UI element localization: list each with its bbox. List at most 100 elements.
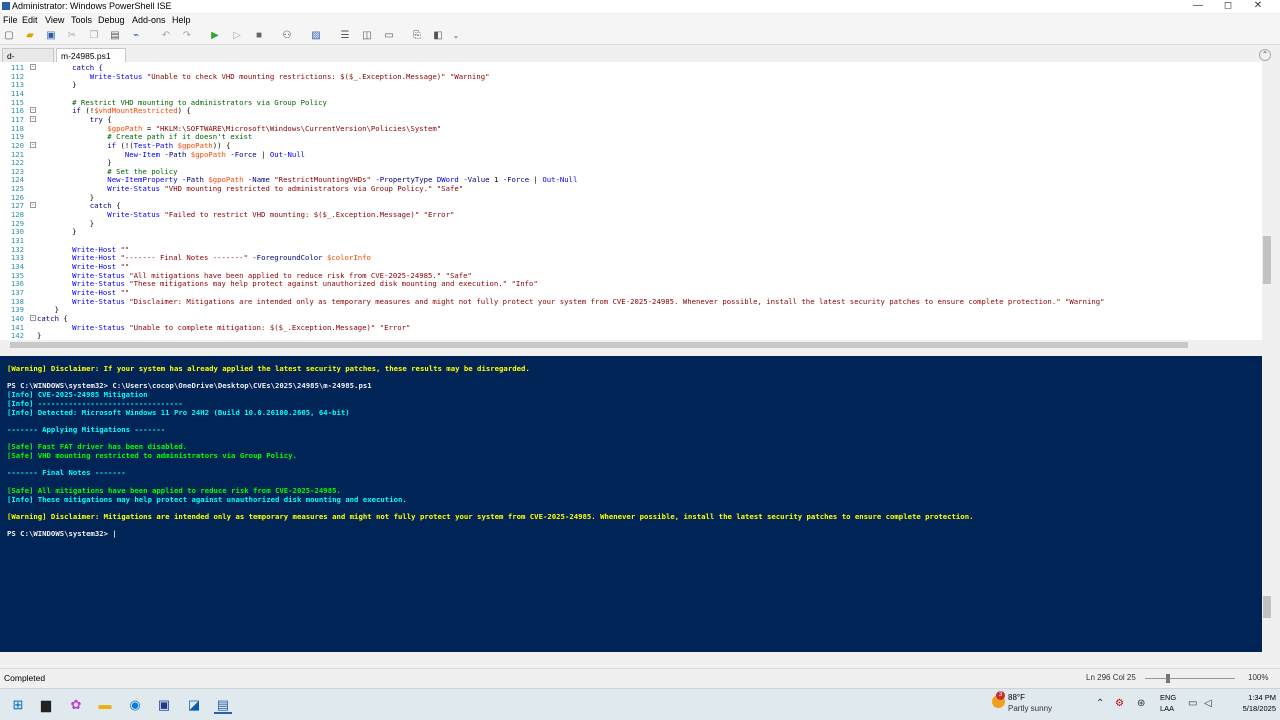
edge-browser-icon[interactable]: ◉ <box>126 696 144 714</box>
task-view-icon[interactable]: ▆ <box>37 696 55 714</box>
code-token: $vhdMountRestricted <box>94 106 178 116</box>
line-number: 135 <box>10 270 24 280</box>
maximize-button[interactable]: ◻ <box>1214 0 1242 13</box>
line-number: 123 <box>10 166 24 176</box>
code-line: Write-Host "" <box>37 262 129 271</box>
fold-toggle-icon[interactable]: - <box>30 115 36 122</box>
fold-toggle-icon[interactable]: - <box>30 314 36 321</box>
editor-horizontal-scroll-thumb[interactable] <box>10 342 1188 348</box>
system-clock[interactable]: 1:34 PM 5/18/2025 <box>1232 692 1276 714</box>
stop-icon[interactable]: ■ <box>253 30 265 42</box>
line-number: 114 <box>10 88 24 98</box>
code-token: "Unable to complete mitigation: $($_.Exc… <box>124 322 411 332</box>
line-number: 113 <box>10 80 24 90</box>
powershell-ise-taskbar-icon[interactable]: ▤ <box>214 696 232 714</box>
menu-view[interactable]: View <box>45 15 64 25</box>
code-token: | <box>529 175 543 185</box>
language-line-1: ENG <box>1160 693 1177 702</box>
line-number: 133 <box>10 253 24 263</box>
zoom-slider-thumb[interactable] <box>1166 674 1170 683</box>
console-scroll-thumb[interactable] <box>1263 596 1271 618</box>
run-selection-icon[interactable]: ▷ <box>231 30 243 42</box>
code-token: Write-Status <box>72 322 125 332</box>
clear-console-icon[interactable]: ⌁ <box>130 30 142 42</box>
code-token: if <box>37 140 117 150</box>
code-line: $gpoPath = "HKLM:\SOFTWARE\Microsoft\Win… <box>37 124 441 133</box>
store-icon[interactable]: ▣ <box>155 696 173 714</box>
remote-powershell-icon[interactable]: ⚇ <box>281 30 293 42</box>
undo-icon[interactable]: ↶ <box>160 30 172 42</box>
cursor-position: Ln 296 Col 25 <box>1086 673 1136 682</box>
collapse-script-pane-icon[interactable]: ⌃ <box>1259 49 1271 61</box>
editor-vertical-scrollbar[interactable] <box>1262 62 1272 340</box>
menu-edit[interactable]: Edit <box>22 15 38 25</box>
language-indicator[interactable]: ENG LAA <box>1160 692 1176 714</box>
code-token: $gpoPath <box>107 123 143 133</box>
start-powershell-icon[interactable]: ▨ <box>310 30 322 42</box>
show-command-addon-icon[interactable]: ◧ <box>432 30 444 42</box>
redo-icon[interactable]: ↷ <box>181 30 193 42</box>
code-line: Write-Status "These mitigations may help… <box>37 279 538 288</box>
line-number: 125 <box>10 184 24 194</box>
outlook-icon[interactable]: ◪ <box>185 696 203 714</box>
fold-toggle-icon[interactable]: - <box>30 202 36 209</box>
tab-d-24985[interactable]: d-24985.ps1 <box>2 48 54 71</box>
open-folder-icon[interactable]: ▰ <box>24 30 36 42</box>
show-script-pane-right-icon[interactable]: ◫ <box>361 30 373 42</box>
menu-help[interactable]: Help <box>172 15 191 25</box>
script-editor[interactable]: 111- catch {112 Write-Status "Unable to … <box>0 62 1262 340</box>
cut-icon[interactable]: ✂ <box>66 30 78 42</box>
new-file-icon[interactable]: ▢ <box>3 30 15 42</box>
close-button[interactable]: ✕ <box>1244 0 1272 13</box>
tray-network-app-icon[interactable]: ⊛ <box>1137 698 1145 709</box>
code-line: Write-Host "" <box>37 245 129 254</box>
menu-file[interactable]: File <box>3 15 18 25</box>
code-token: Write-Status <box>72 270 125 280</box>
console-pane[interactable]: [Warning] Disclaimer: If your system has… <box>0 356 1262 652</box>
window-title: Administrator: Windows PowerShell ISE <box>12 1 172 11</box>
code-token: | <box>256 149 270 159</box>
show-command-window-icon[interactable]: ⎘ <box>411 30 423 42</box>
toolbar-overflow-icon[interactable]: ⌄ <box>450 30 462 42</box>
weather-widget[interactable]: 3 88°F Partly sunny <box>992 691 1062 719</box>
fold-toggle-icon[interactable]: - <box>30 141 36 148</box>
menu-tools[interactable]: Tools <box>71 15 92 25</box>
menu-add-ons[interactable]: Add-ons <box>132 15 166 25</box>
paste-icon[interactable]: ▤ <box>109 30 121 42</box>
code-token: "" <box>116 261 130 271</box>
code-token: } <box>37 80 77 90</box>
fold-toggle-icon[interactable]: - <box>30 64 36 70</box>
console-line: ------- Applying Mitigations ------- <box>7 424 166 434</box>
line-number: 134 <box>10 261 24 271</box>
copy-icon[interactable]: ❐ <box>88 30 100 42</box>
editor-scroll-thumb[interactable] <box>1263 236 1271 284</box>
zoom-slider-track[interactable] <box>1145 678 1235 679</box>
code-token: } <box>37 331 42 340</box>
run-script-icon[interactable]: ▶ <box>209 30 221 42</box>
tray-overflow-icon[interactable]: ⌃ <box>1096 698 1104 709</box>
fold-toggle-icon[interactable]: - <box>30 107 36 114</box>
show-script-pane-top-icon[interactable]: ☰ <box>339 30 351 42</box>
toolbar: ▢ ▰ ▣ ✂ ❐ ▤ ⌁ ↶ ↷ ▶ ▷ ■ ⚇ ▨ ☰ ◫ ▭ ⎘ ◧ ⌄ <box>0 27 1280 45</box>
tray-app-icon[interactable]: ⚙ <box>1115 698 1124 709</box>
file-explorer-icon[interactable]: ▬ <box>96 696 114 714</box>
tab-m-24985[interactable]: m-24985.ps1 ✕ <box>56 48 126 71</box>
copilot-icon[interactable]: ✿ <box>67 696 85 714</box>
minimize-button[interactable]: — <box>1184 0 1212 13</box>
save-icon[interactable]: ▣ <box>45 30 57 42</box>
network-icon[interactable]: ▭ <box>1188 698 1197 709</box>
show-script-pane-maximized-icon[interactable]: ▭ <box>383 30 395 42</box>
menu-debug[interactable]: Debug <box>98 15 125 25</box>
code-line: # Set the policy <box>37 167 177 176</box>
line-number: 111 <box>10 63 24 72</box>
right-edge-panel <box>1272 46 1280 656</box>
weather-description: Partly sunny <box>1008 704 1053 713</box>
windows-start-icon[interactable]: ⊞ <box>9 696 27 714</box>
volume-icon[interactable]: ◁ <box>1204 698 1212 709</box>
weather-temp: 88°F <box>1008 693 1025 702</box>
console-line: [Safe] VHD mounting restricted to admini… <box>7 451 297 460</box>
line-number: 139 <box>10 305 24 315</box>
